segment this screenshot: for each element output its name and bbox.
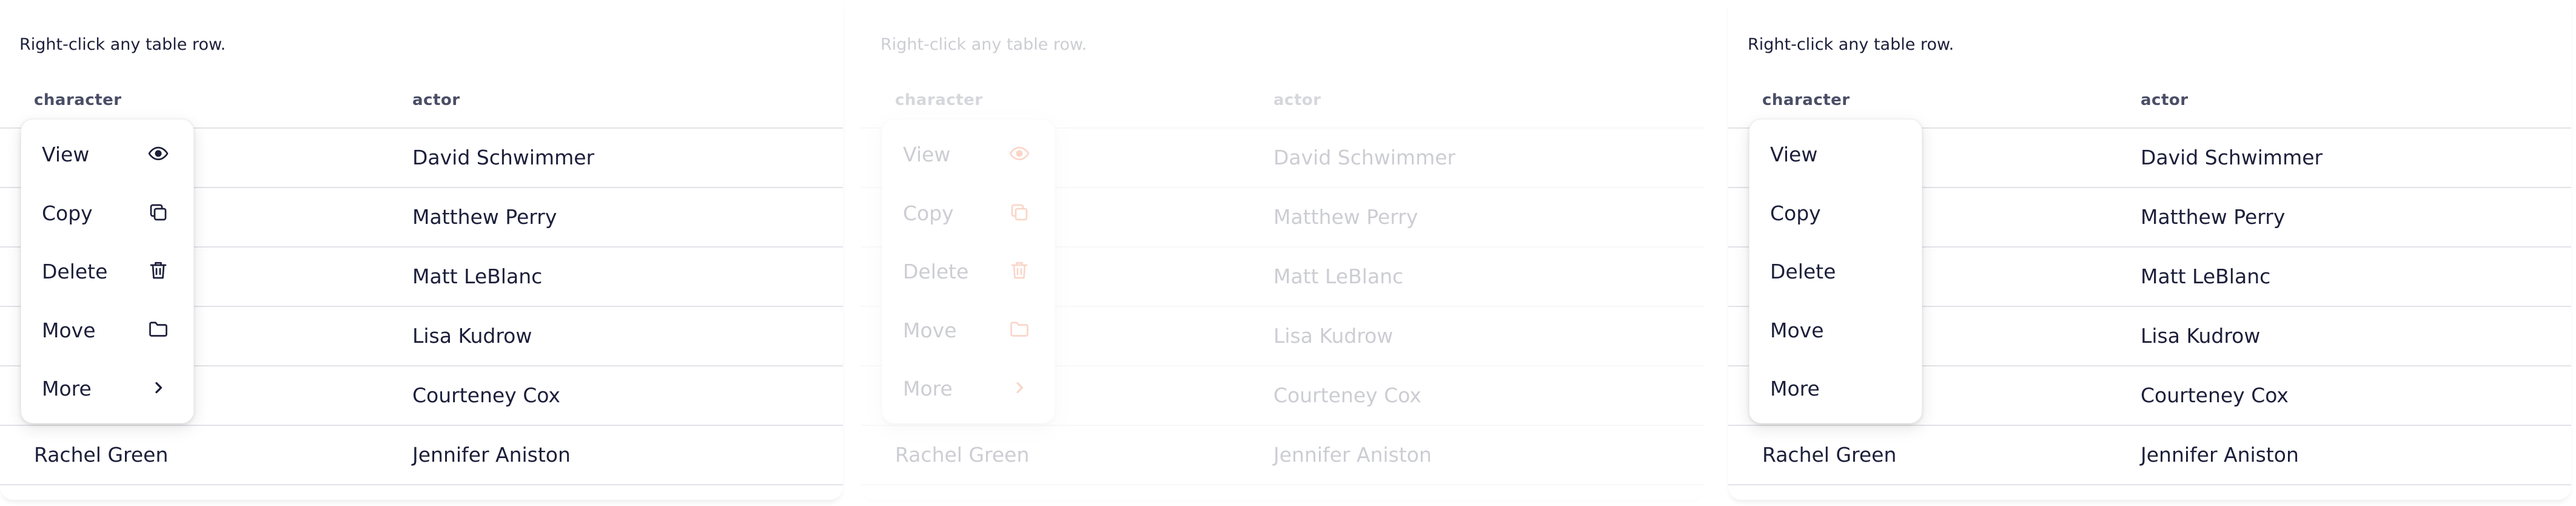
chevron-right-icon: [1008, 377, 1030, 399]
menu-item-delete[interactable]: Delete: [21, 241, 193, 300]
menu-item-label: Copy: [1770, 201, 1821, 225]
character-cell: Rachel Green: [895, 443, 1030, 467]
menu-item-label: Delete: [903, 260, 969, 283]
actor-cell: Matthew Perry: [412, 205, 557, 229]
character-cell: Rachel Green: [34, 443, 169, 467]
trash-icon: [147, 260, 169, 282]
actor-cell: Lisa Kudrow: [1273, 324, 1394, 348]
character-cell: Rachel Green: [1762, 443, 1897, 467]
column-header-character[interactable]: character: [34, 91, 122, 109]
context-menu: View Copy Delete Move More: [21, 119, 194, 423]
demo-panel-faded: Right-click any table row. character act…: [861, 0, 1704, 506]
actor-cell: David Schwimmer: [1273, 146, 1456, 169]
column-header-actor[interactable]: actor: [412, 91, 460, 109]
menu-item-label: Copy: [903, 201, 954, 225]
table-row[interactable]: Rachel Green Jennifer Aniston: [861, 426, 1704, 485]
menu-item-label: Move: [42, 318, 96, 342]
eye-icon: [147, 143, 169, 164]
demo-panel-text-only: Right-click any table row. character act…: [1728, 0, 2571, 506]
menu-item-more[interactable]: More: [21, 359, 193, 417]
copy-icon: [1008, 201, 1030, 223]
actor-cell: Matt LeBlanc: [2141, 265, 2271, 288]
actor-cell: Lisa Kudrow: [412, 324, 532, 348]
menu-item-copy[interactable]: Copy: [882, 183, 1055, 242]
column-header-actor[interactable]: actor: [2141, 91, 2189, 109]
trash-icon: [1008, 260, 1030, 282]
menu-item-label: More: [1770, 377, 1820, 400]
actor-cell: Courteney Cox: [1273, 383, 1421, 407]
menu-item-label: View: [1770, 143, 1818, 166]
column-header-character[interactable]: character: [895, 91, 983, 109]
actor-cell: Jennifer Aniston: [412, 443, 571, 467]
menu-item-move[interactable]: Move: [21, 300, 193, 359]
context-menu: View Copy Delete Move More: [1749, 119, 1922, 423]
menu-item-label: More: [42, 377, 92, 400]
menu-item-view[interactable]: View: [882, 124, 1055, 183]
actor-cell: Courteney Cox: [2141, 383, 2289, 407]
context-menu: View Copy Delete Move More: [882, 119, 1055, 423]
table-row[interactable]: Rachel Green Jennifer Aniston: [1728, 426, 2571, 485]
menu-item-label: View: [42, 143, 90, 166]
menu-item-copy[interactable]: Copy: [21, 183, 193, 242]
column-header-actor[interactable]: actor: [1273, 91, 1321, 109]
actor-cell: Jennifer Aniston: [2141, 443, 2299, 467]
instruction-text: Right-click any table row.: [19, 35, 226, 54]
actor-cell: Matthew Perry: [1273, 205, 1418, 229]
instruction-text: Right-click any table row.: [1748, 35, 1954, 54]
instruction-text: Right-click any table row.: [880, 35, 1087, 54]
demo-panel-icons: Right-click any table row. character act…: [0, 0, 843, 506]
menu-item-label: Delete: [1770, 260, 1836, 283]
actor-cell: Matthew Perry: [2141, 205, 2286, 229]
menu-item-more[interactable]: More: [882, 359, 1055, 417]
menu-item-more[interactable]: More: [1749, 359, 1922, 417]
column-header-character[interactable]: character: [1762, 91, 1850, 109]
menu-item-label: Delete: [42, 260, 108, 283]
chevron-right-icon: [147, 377, 169, 399]
menu-item-label: Move: [903, 318, 957, 342]
menu-item-label: Move: [1770, 318, 1824, 342]
menu-item-copy[interactable]: Copy: [1749, 183, 1922, 242]
folder-icon: [1008, 319, 1030, 340]
menu-item-move[interactable]: Move: [882, 300, 1055, 359]
menu-item-move[interactable]: Move: [1749, 300, 1922, 359]
menu-item-delete[interactable]: Delete: [882, 241, 1055, 300]
actor-cell: Matt LeBlanc: [1273, 265, 1404, 288]
menu-item-label: More: [903, 377, 953, 400]
actor-cell: Courteney Cox: [412, 383, 560, 407]
folder-icon: [147, 319, 169, 340]
copy-icon: [147, 201, 169, 223]
actor-cell: David Schwimmer: [2141, 146, 2323, 169]
menu-item-view[interactable]: View: [1749, 124, 1922, 183]
actor-cell: Lisa Kudrow: [2141, 324, 2261, 348]
menu-item-label: Copy: [42, 201, 93, 225]
actor-cell: Jennifer Aniston: [1273, 443, 1432, 467]
menu-item-label: View: [903, 143, 951, 166]
menu-item-view[interactable]: View: [21, 124, 193, 183]
table-row[interactable]: Rachel Green Jennifer Aniston: [0, 426, 843, 485]
actor-cell: Matt LeBlanc: [412, 265, 543, 288]
menu-item-delete[interactable]: Delete: [1749, 241, 1922, 300]
eye-icon: [1008, 143, 1030, 164]
actor-cell: David Schwimmer: [412, 146, 595, 169]
